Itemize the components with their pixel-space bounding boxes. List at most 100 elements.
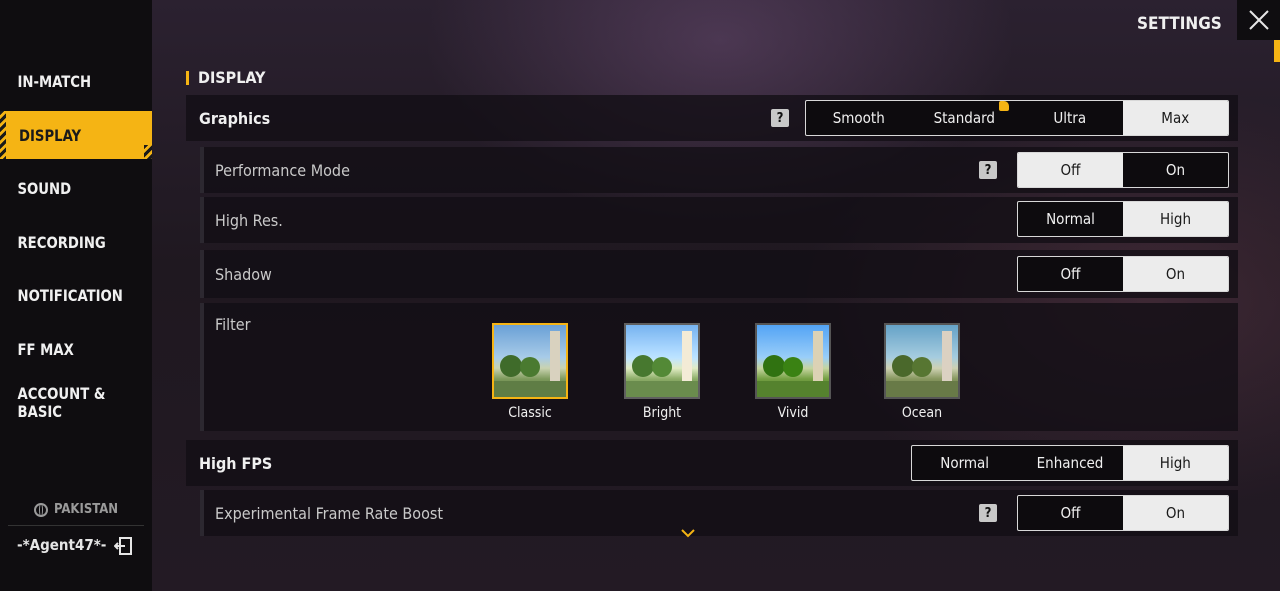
option-label: Smooth — [832, 109, 885, 127]
frame-rate-boost-help-icon[interactable]: ? — [979, 504, 997, 522]
option-label: Off — [1060, 504, 1081, 522]
shadow-row: Shadow Off On — [200, 250, 1238, 298]
filter-option-ocean[interactable]: Ocean — [882, 323, 962, 421]
sidebar-item-label: FF MAX — [17, 339, 74, 359]
close-icon — [1248, 10, 1269, 30]
option-label: On — [1165, 504, 1186, 522]
logout-icon[interactable] — [114, 536, 134, 556]
high-res-high[interactable]: High — [1123, 202, 1228, 236]
option-label: High — [1159, 454, 1191, 472]
section-header: DISPLAY — [186, 68, 265, 87]
option-label: Off — [1060, 265, 1081, 283]
frame-rate-boost-off[interactable]: Off — [1018, 496, 1123, 530]
close-button[interactable] — [1237, 0, 1280, 40]
section-accent-bar — [186, 70, 189, 85]
globe-icon — [34, 502, 48, 517]
sidebar-item-display[interactable]: DISPLAY — [0, 111, 152, 159]
high-fps-enhanced[interactable]: Enhanced — [1017, 446, 1122, 480]
option-label: Standard — [933, 109, 995, 127]
filter-option-label: Bright — [642, 405, 682, 421]
graphics-row: Graphics ? Smooth Standard Ultra Max — [186, 95, 1238, 141]
performance-mode-row: Performance Mode ? Off On — [200, 147, 1238, 193]
high-res-label: High Res. — [215, 210, 283, 230]
frame-rate-boost-toggle: Off On — [1017, 495, 1229, 531]
option-label: Off — [1060, 161, 1081, 179]
sidebar-item-label: NOTIFICATION — [17, 285, 123, 305]
option-label: Normal — [1046, 210, 1095, 228]
filter-label: Filter — [215, 315, 251, 334]
filter-preview-image — [755, 323, 831, 399]
high-res-normal[interactable]: Normal — [1018, 202, 1123, 236]
sidebar-item-label: ACCOUNT & BASIC — [17, 384, 106, 421]
row-indicator — [200, 303, 204, 431]
filter-preview-image — [492, 323, 568, 399]
corner-accent — [1274, 40, 1280, 62]
filter-option-bright[interactable]: Bright — [622, 323, 702, 421]
high-fps-high[interactable]: High — [1122, 446, 1228, 480]
region-label: PAKISTAN — [54, 502, 119, 517]
sidebar-item-recording[interactable]: RECORDING — [0, 218, 140, 266]
section-title: DISPLAY — [198, 68, 266, 87]
option-label: High — [1159, 210, 1192, 228]
sidebar-item-label: IN-MATCH — [17, 71, 92, 91]
performance-mode-label: Performance Mode — [215, 160, 350, 180]
graphics-help-icon[interactable]: ? — [771, 109, 789, 127]
sidebar-item-label: DISPLAY — [19, 125, 82, 145]
sidebar: IN-MATCH DISPLAY SOUND RECORDING NOTIFIC… — [0, 0, 152, 591]
filter-option-vivid[interactable]: Vivid — [753, 323, 833, 421]
graphics-label: Graphics — [199, 108, 271, 128]
filter-option-label: Classic — [508, 405, 552, 421]
divider — [8, 525, 144, 526]
sidebar-item-notification[interactable]: NOTIFICATION — [0, 271, 140, 319]
filter-option-label: Vivid — [777, 405, 809, 421]
sidebar-item-ff-max[interactable]: FF MAX — [0, 325, 140, 373]
filter-preview-image — [624, 323, 700, 399]
option-label: Normal — [940, 454, 990, 472]
scroll-down-chevron-icon[interactable] — [680, 528, 696, 538]
shadow-on[interactable]: On — [1123, 257, 1228, 291]
option-label: On — [1165, 161, 1186, 179]
filter-option-label: Ocean — [901, 405, 943, 421]
option-label: Enhanced — [1036, 454, 1104, 472]
high-fps-normal[interactable]: Normal — [912, 446, 1017, 480]
performance-mode-on[interactable]: On — [1123, 153, 1228, 187]
page-title: SETTINGS — [1137, 14, 1222, 34]
performance-mode-off[interactable]: Off — [1018, 153, 1123, 187]
high-fps-selector: Normal Enhanced High — [911, 445, 1229, 481]
graphics-option-ultra[interactable]: Ultra — [1017, 101, 1123, 135]
high-res-toggle: Normal High — [1017, 201, 1229, 237]
shadow-label: Shadow — [215, 264, 272, 284]
frame-rate-boost-row: Experimental Frame Rate Boost ? Off On — [200, 490, 1238, 536]
recommended-thumbs-up-icon — [999, 101, 1009, 111]
row-indicator — [200, 197, 204, 243]
graphics-option-max[interactable]: Max — [1122, 101, 1228, 135]
graphics-quality-selector: Smooth Standard Ultra Max — [805, 100, 1229, 136]
sidebar-item-account-basic[interactable]: ACCOUNT & BASIC — [0, 381, 140, 425]
high-fps-row: High FPS Normal Enhanced High — [186, 440, 1238, 486]
graphics-option-smooth[interactable]: Smooth — [806, 101, 912, 135]
sidebar-item-label: SOUND — [17, 178, 72, 198]
shadow-off[interactable]: Off — [1018, 257, 1123, 291]
high-res-row: High Res. Normal High — [200, 197, 1238, 243]
option-label: Max — [1161, 109, 1190, 127]
option-label: Ultra — [1053, 109, 1087, 127]
sidebar-item-sound[interactable]: SOUND — [0, 164, 140, 212]
region-indicator: PAKISTAN — [34, 502, 118, 517]
sidebar-item-label: RECORDING — [17, 232, 106, 252]
option-label: On — [1165, 265, 1186, 283]
row-indicator — [200, 147, 204, 193]
high-fps-label: High FPS — [199, 453, 273, 473]
graphics-option-standard[interactable]: Standard — [912, 101, 1018, 135]
filter-option-classic[interactable]: Classic — [490, 323, 570, 421]
shadow-toggle: Off On — [1017, 256, 1229, 292]
row-indicator — [200, 490, 204, 536]
filter-row: Filter Classic Bright Vivid Ocean — [200, 303, 1238, 431]
frame-rate-boost-on[interactable]: On — [1123, 496, 1228, 530]
row-indicator — [200, 250, 204, 298]
performance-mode-toggle: Off On — [1017, 152, 1229, 188]
sidebar-item-in-match[interactable]: IN-MATCH — [0, 57, 140, 105]
performance-mode-help-icon[interactable]: ? — [979, 161, 997, 179]
player-name: -*Agent47*- — [17, 536, 107, 554]
filter-preview-image — [884, 323, 960, 399]
frame-rate-boost-label: Experimental Frame Rate Boost — [215, 503, 444, 523]
